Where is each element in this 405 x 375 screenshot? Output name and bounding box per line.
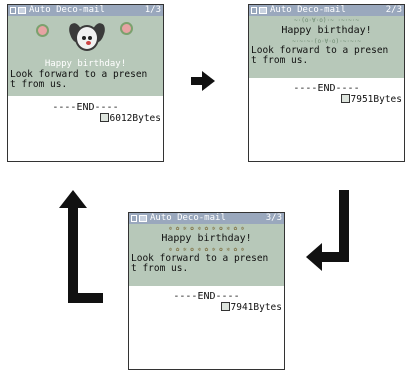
size-label: 7941Bytes bbox=[230, 302, 282, 313]
message-line: t from us. bbox=[10, 79, 68, 90]
status-icons bbox=[10, 6, 26, 15]
message-size: 6012Bytes bbox=[99, 113, 161, 124]
message-line: t from us. bbox=[251, 55, 309, 66]
status-icons bbox=[251, 6, 267, 15]
attachment-icon bbox=[99, 113, 109, 122]
message-body[interactable]: Happy birthday! Look forward to a presen… bbox=[8, 16, 163, 96]
title-bar: Auto Deco-mail 3/3 bbox=[129, 213, 284, 224]
title-bar: Auto Deco-mail 2/3 bbox=[249, 5, 404, 16]
decoration-top: ~·(o·∀·o)·~ ·~·~·~ bbox=[293, 17, 360, 24]
message-footer: ----END---- 7941Bytes bbox=[129, 288, 284, 313]
status-icons bbox=[131, 214, 147, 223]
message-body[interactable]: ✲ ✿ ✲ ✿ ✲ ✿ ✲ ✿ ✲ ✿ ✲ Happy birthday! ✲ … bbox=[129, 224, 284, 286]
message-footer: ----END---- 7951Bytes bbox=[249, 80, 404, 105]
puppy-icon bbox=[66, 21, 108, 55]
mail-icon bbox=[259, 7, 267, 14]
message-size: 7951Bytes bbox=[340, 94, 402, 105]
page-indicator: 2/3 bbox=[385, 5, 402, 15]
message-footer: ----END---- 6012Bytes bbox=[8, 99, 163, 124]
message-line: t from us. bbox=[131, 263, 189, 274]
deco-mail-screen-1: Auto Deco-mail 1/3 Happy birthday! Look … bbox=[7, 4, 164, 162]
page-indicator: 1/3 bbox=[144, 5, 161, 15]
greeting: Happy birthday! bbox=[281, 25, 372, 36]
page-indicator: 3/3 bbox=[265, 213, 282, 223]
size-label: 7951Bytes bbox=[350, 94, 402, 105]
greeting: Happy birthday! bbox=[161, 233, 252, 244]
signal-icon bbox=[251, 7, 257, 14]
end-marker: ----END---- bbox=[52, 102, 119, 113]
arrow-right-icon bbox=[191, 71, 215, 91]
deco-mail-screen-2: Auto Deco-mail 2/3 ~·(o·∀·o)·~ ·~·~·~ Ha… bbox=[248, 4, 405, 162]
attachment-icon bbox=[340, 94, 350, 103]
message-size: 7941Bytes bbox=[220, 302, 282, 313]
signal-icon bbox=[10, 7, 16, 14]
flower-icon bbox=[36, 24, 49, 37]
deco-mail-screen-3: Auto Deco-mail 3/3 ✲ ✿ ✲ ✿ ✲ ✿ ✲ ✿ ✲ ✿ ✲… bbox=[128, 212, 285, 370]
art-caption: Happy birthday! bbox=[44, 59, 127, 69]
signal-icon bbox=[131, 215, 137, 222]
mail-icon bbox=[18, 7, 26, 14]
title-bar: Auto Deco-mail 1/3 bbox=[8, 5, 163, 16]
end-marker: ----END---- bbox=[173, 291, 240, 302]
screen-title: Auto Deco-mail bbox=[150, 213, 226, 223]
decoration-top: ✲ ✿ ✲ ✿ ✲ ✿ ✲ ✿ ✲ ✿ ✲ bbox=[168, 225, 245, 232]
screen-title: Auto Deco-mail bbox=[270, 5, 346, 15]
message-body[interactable]: ~·(o·∀·o)·~ ·~·~·~ Happy birthday! ~·~·~… bbox=[249, 16, 404, 78]
flower-icon bbox=[120, 22, 133, 35]
mail-icon bbox=[139, 215, 147, 222]
size-label: 6012Bytes bbox=[109, 113, 161, 124]
puppy-artwork: Happy birthday! bbox=[8, 16, 163, 70]
end-marker: ----END---- bbox=[293, 83, 360, 94]
screen-title: Auto Deco-mail bbox=[29, 5, 105, 15]
arrow-down-left-icon bbox=[306, 190, 358, 272]
attachment-icon bbox=[220, 302, 230, 311]
arrow-up-left-icon bbox=[59, 190, 103, 308]
